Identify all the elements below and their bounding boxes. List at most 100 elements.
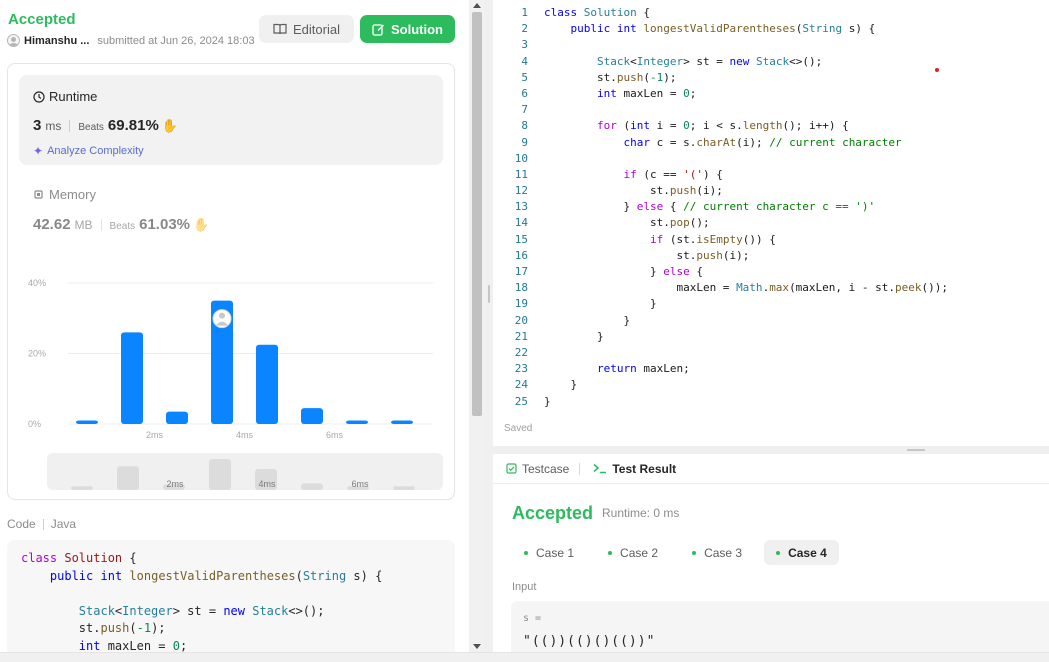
line-number: 21 — [514, 329, 528, 343]
line-code: Stack<Integer> st = new Stack<>(); — [596, 54, 823, 68]
result-status: Accepted — [512, 503, 594, 523]
result-runtime: Runtime: 0 ms — [602, 506, 680, 520]
vertical-splitter[interactable] — [485, 0, 493, 662]
chart-bar[interactable] — [166, 411, 188, 424]
analyze-complexity-link[interactable]: ✦ Analyze Complexity — [33, 144, 144, 158]
editor-line[interactable]: 13 } else { // current character c == ')… — [493, 199, 1049, 215]
scroll-down-arrow[interactable] — [473, 644, 481, 649]
test-result-panel: Testcase Test Result Accepted Runtime: 0… — [493, 454, 1049, 652]
runtime-card[interactable]: Runtime 3 ms Beats 69.81% ✋ ✦ Analyze Co… — [19, 75, 443, 165]
editor-line[interactable]: 12 st.push(i); — [493, 183, 1049, 199]
line-code: class Solution { — [544, 6, 650, 19]
line-number: 24 — [514, 378, 528, 392]
editor-line[interactable]: 18 maxLen = Math.max(maxLen, i - st.peek… — [493, 280, 1049, 296]
editor-line[interactable]: 6 int maxLen = 0; — [493, 86, 1049, 102]
book-icon — [273, 23, 287, 35]
editor-line[interactable]: 16 st.push(i); — [493, 248, 1049, 264]
runtime-unit: ms — [45, 119, 62, 133]
chart-bar[interactable] — [301, 408, 323, 424]
chart-bar[interactable] — [121, 332, 143, 424]
editor-line[interactable]: 2 public int longestValidParentheses(Str… — [493, 21, 1049, 37]
scroll-thumb[interactable] — [472, 12, 482, 416]
editor-line[interactable]: 9 char c = s.charAt(i); // current chara… — [493, 135, 1049, 151]
editor-line[interactable]: 14 st.pop(); — [493, 215, 1049, 231]
runtime-distribution-chart[interactable]: 40% 20% 0% 2ms 4ms 6ms — [28, 269, 448, 449]
tab-testcase[interactable]: Testcase — [493, 462, 579, 476]
editor-line[interactable]: 7 — [493, 102, 1049, 118]
line-code: } — [544, 329, 604, 343]
editorial-label: Editorial — [293, 21, 340, 37]
editor-line[interactable]: 8 for (int i = 0; i < s.length(); i++) { — [493, 118, 1049, 134]
editor-line[interactable]: 3 — [493, 37, 1049, 53]
code-header: Code Java — [7, 517, 76, 531]
editor-line[interactable]: 15 if (st.isEmpty()) { — [493, 232, 1049, 248]
editor-line[interactable]: 10 — [493, 151, 1049, 167]
chart-bar[interactable] — [256, 344, 278, 424]
editor-line[interactable]: 19 } — [493, 296, 1049, 312]
input-variable: s = — [523, 613, 542, 624]
left-scrollbar[interactable] — [469, 0, 485, 652]
solution-button[interactable]: Solution — [360, 15, 455, 43]
input-value: "(())(()()(())" — [523, 634, 656, 649]
runtime-values: 3 ms Beats 69.81% ✋ — [33, 117, 178, 134]
editor-line[interactable]: 5 st.push(-1); — [493, 70, 1049, 86]
editor-line[interactable]: 4 Stack<Integer> st = new Stack<>(); — [493, 54, 1049, 70]
line-number: 22 — [514, 345, 528, 359]
submitted-code: class Solution { public int longestValid… — [7, 540, 455, 660]
scroll-up-arrow[interactable] — [473, 3, 481, 8]
divider — [69, 119, 71, 132]
line-code: for (int i = 0; i < s.length(); i++) { — [596, 119, 849, 133]
editor-line[interactable]: 17 } else { — [493, 264, 1049, 280]
chart-bar[interactable] — [346, 420, 368, 424]
editor-line[interactable]: 22 — [493, 345, 1049, 361]
distribution-minimap[interactable]: 2ms 4ms 6ms — [47, 453, 443, 490]
line-code: if (st.isEmpty()) { — [649, 232, 776, 246]
horizontal-splitter[interactable] — [493, 446, 1049, 454]
minimap-bar — [117, 466, 139, 490]
editor-line[interactable]: 1 class Solution { — [493, 5, 1049, 21]
line-number: 23 — [514, 362, 528, 376]
splitter-grip — [488, 285, 490, 303]
saved-status: Saved — [504, 423, 533, 434]
editor-line[interactable]: 23 return maxLen; — [493, 361, 1049, 377]
tab-test-result[interactable]: Test Result — [580, 462, 686, 476]
case-tab[interactable]: Case 4 — [764, 540, 839, 565]
edit-icon — [372, 23, 385, 36]
terminal-icon — [593, 463, 607, 474]
minimap-bar — [301, 483, 323, 490]
editor-line[interactable]: 20 } — [493, 313, 1049, 329]
memory-title[interactable]: Memory — [33, 187, 96, 202]
code-editor[interactable]: 1 class Solution {2 public int longestVal… — [493, 0, 1049, 446]
case-tab[interactable]: Case 2 — [596, 540, 670, 565]
chart-bar[interactable] — [76, 420, 98, 424]
editor-line[interactable]: 25} — [493, 394, 1049, 410]
line-code: st.push(i); — [544, 248, 750, 262]
chart-bar[interactable] — [391, 420, 413, 424]
minimap-bar — [71, 486, 93, 490]
avatar[interactable] — [7, 34, 20, 47]
line-code: } — [544, 313, 631, 327]
line-code: st.pop(); — [544, 216, 710, 230]
code-label: Code — [7, 517, 36, 531]
memory-unit: MB — [74, 218, 93, 232]
editor-line[interactable]: 24 } — [493, 377, 1049, 393]
line-number: 14 — [514, 216, 528, 230]
editor-line[interactable]: 11 if (c == '(') { — [493, 167, 1049, 183]
case-tab[interactable]: Case 3 — [680, 540, 754, 565]
editor-lines[interactable]: 1 class Solution {2 public int longestVal… — [493, 5, 1049, 410]
line-number: 17 — [514, 265, 528, 278]
editorial-button[interactable]: Editorial — [259, 15, 354, 43]
clap-icon: ✋ — [193, 217, 210, 232]
line-code: public int longestValidParentheses(Strin… — [570, 22, 876, 36]
x-tick-label: 4ms — [236, 430, 254, 440]
runtime-title: Runtime — [33, 89, 97, 104]
line-number: 7 — [521, 103, 528, 117]
line-number: 11 — [514, 167, 528, 181]
case-tab[interactable]: Case 1 — [512, 540, 586, 565]
editor-line[interactable]: 21 } — [493, 329, 1049, 345]
runtime-beats: 69.81% — [107, 117, 159, 134]
author-name[interactable]: Himanshu ... — [24, 35, 89, 47]
line-code: } else { — [544, 265, 703, 278]
line-number: 18 — [514, 281, 528, 295]
